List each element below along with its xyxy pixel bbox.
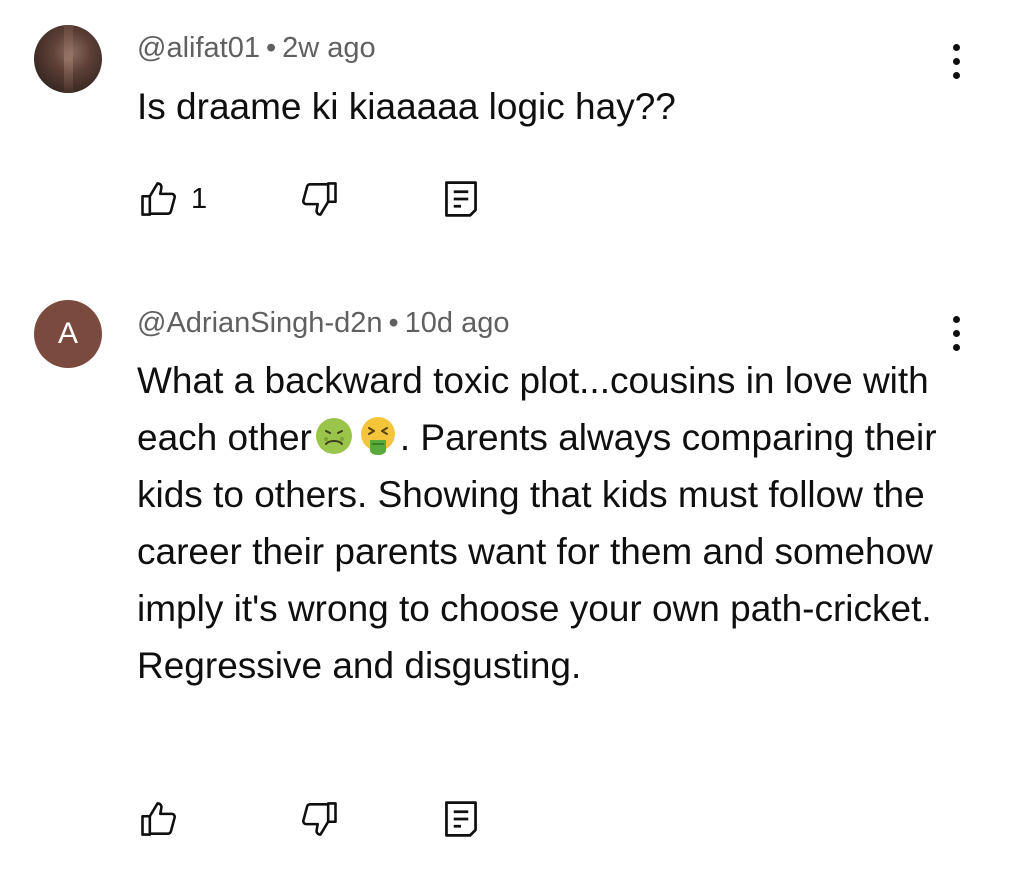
more-vertical-icon[interactable]	[938, 308, 974, 358]
reply-icon	[445, 801, 477, 837]
user-avatar[interactable]: A	[34, 300, 102, 368]
reply-button[interactable]	[441, 796, 481, 842]
comment-item: @alifat01 • 2w ago Is draame ki kiaaaaa lo…	[0, 0, 1024, 250]
dislike-button[interactable]	[297, 176, 341, 222]
comment-text: What a backward toxic plot...cousins in …	[137, 352, 967, 694]
dislike-button[interactable]	[297, 796, 341, 842]
face-vomiting-emoji	[360, 417, 395, 455]
comment-timestamp[interactable]: 2w ago	[282, 32, 376, 64]
thumbs-up-icon	[141, 182, 176, 216]
avatar-letter: A	[57, 317, 78, 350]
comment-timestamp[interactable]: 10d ago	[405, 307, 510, 339]
meta-separator: •	[265, 32, 277, 64]
thumbs-down-icon	[302, 802, 337, 836]
thumbs-down-icon	[302, 182, 337, 216]
like-count: 1	[191, 182, 208, 215]
comment-meta: @AdrianSingh-d2n • 10d ago	[137, 307, 509, 340]
thumbs-up-icon	[141, 802, 176, 836]
like-button[interactable]	[137, 796, 191, 842]
meta-separator: •	[388, 307, 399, 339]
comment-author-handle[interactable]: @alifat01	[137, 32, 260, 64]
like-button[interactable]: 1	[137, 176, 207, 222]
more-vertical-icon[interactable]	[938, 36, 974, 86]
reply-icon	[445, 181, 477, 217]
comment-author-handle[interactable]: @AdrianSingh-d2n	[137, 307, 382, 339]
user-avatar[interactable]	[34, 25, 102, 93]
comment-item: A @AdrianSingh-d2n • 10d ago What a backwa…	[0, 250, 1024, 880]
avatar-photo-detail	[64, 25, 73, 93]
reply-button[interactable]	[441, 176, 481, 222]
comment-meta: @alifat01 • 2w ago	[137, 32, 376, 65]
nauseated-face-emoji	[315, 418, 352, 454]
comment-text: Is draame ki kiaaaaa logic hay??	[137, 86, 676, 127]
